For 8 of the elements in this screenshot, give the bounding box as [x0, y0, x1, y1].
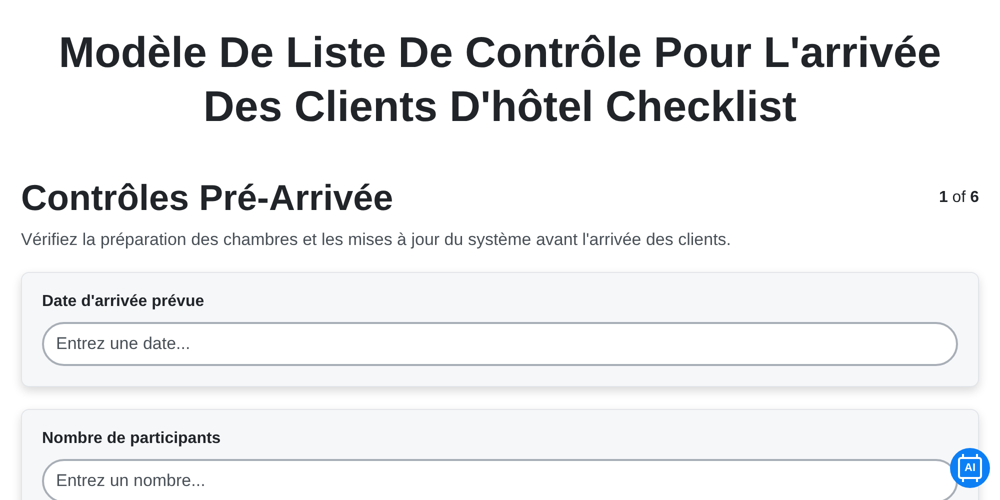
section-description: Vérifiez la préparation des chambres et les mises à jour du système avant l'arrivée des clients.	[21, 230, 732, 250]
input-field[interactable]: Entrez une date...	[42, 322, 958, 366]
page-title: Modèle De Liste De Contrôle Pour L'arrivée Des Clients D'hôtel Checklist	[58, 28, 942, 133]
page-counter: 1 of 6	[938, 189, 979, 207]
field-label: Nombre de participants	[42, 430, 222, 448]
section-heading: Contrôles Pré-Arrivée	[21, 176, 394, 220]
input-field[interactable]: Entrez un nombre...	[42, 459, 958, 500]
field-label: Date d'arrivée prévue	[42, 293, 206, 311]
